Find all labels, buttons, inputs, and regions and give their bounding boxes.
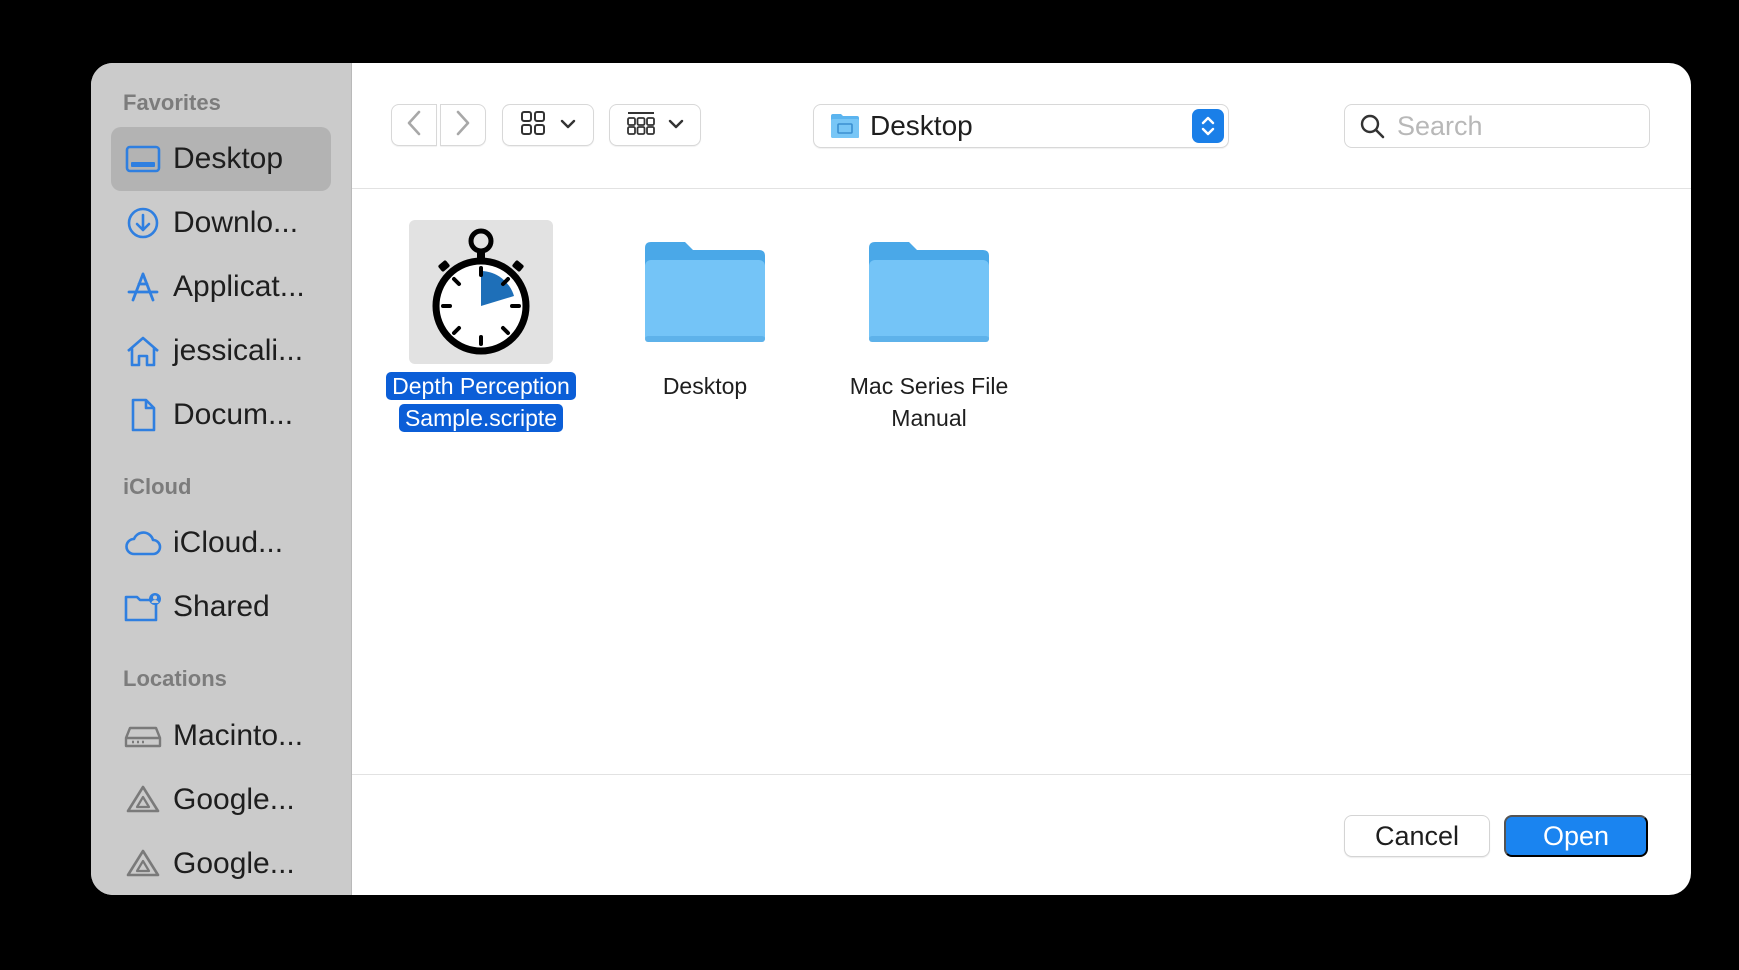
toolbar: Desktop [352, 63, 1691, 189]
sidebar-item-documents[interactable]: Docum... [111, 383, 331, 447]
document-icon [123, 395, 163, 435]
chevron-left-icon [406, 110, 422, 141]
sidebar-item-macintosh-hd[interactable]: Macinto... [111, 704, 331, 768]
sidebar-item-label: jessicali... [173, 334, 304, 367]
cloud-icon [123, 523, 163, 563]
sidebar-item-label: Macinto... [173, 719, 304, 752]
sidebar-section-favorites: Favorites [123, 90, 221, 115]
sidebar-item-shared[interactable]: Shared [111, 575, 331, 639]
sidebar-item-home[interactable]: jessicali... [111, 319, 331, 383]
shared-folder-icon [123, 587, 163, 627]
sidebar-section-icloud: iCloud [123, 474, 192, 499]
view-mode-button[interactable] [502, 104, 594, 146]
search-input[interactable] [1397, 110, 1627, 142]
sidebar-item-desktop[interactable]: Desktop [111, 127, 331, 191]
disk-icon [123, 716, 163, 756]
sidebar-item-google-drive-2[interactable]: Google... [111, 832, 331, 895]
sidebar-item-label: Applicat... [173, 270, 305, 303]
sidebar-section-locations: Locations [123, 666, 227, 691]
open-button[interactable]: Open [1504, 815, 1648, 857]
desktop-icon [123, 139, 163, 179]
sidebar: Favorites Desktop Downlo... Applicat... … [91, 63, 352, 895]
icon-grid-icon [520, 110, 546, 141]
file-item-desktop-folder[interactable]: Desktop [595, 220, 815, 402]
sidebar-item-icloud-drive[interactable]: iCloud... [111, 511, 331, 575]
file-item-scripte[interactable]: Depth Perception Sample.scripte [371, 220, 591, 434]
chevron-down-icon [560, 116, 576, 134]
sidebar-item-label: Google... [173, 847, 295, 880]
forward-button[interactable] [440, 104, 486, 146]
file-browser: Depth Perception Sample.scripte Desktop … [352, 190, 1691, 775]
chevron-down-icon [668, 116, 684, 134]
file-item-mac-series-folder[interactable]: Mac Series File Manual [819, 220, 1039, 434]
desktop-folder-icon [830, 113, 860, 139]
file-name: Depth Perception Sample.scripte [371, 370, 591, 434]
google-drive-icon [123, 844, 163, 884]
main-panel: Desktop Search Depth Perception Sample.s… [352, 63, 1691, 895]
sidebar-item-label: Downlo... [173, 206, 299, 239]
folder-icon [857, 220, 1001, 364]
sidebar-item-downloads[interactable]: Downlo... [111, 191, 331, 255]
location-label: Desktop [870, 110, 973, 141]
sidebar-item-google-drive-1[interactable]: Google... [111, 768, 331, 832]
open-file-dialog: Favorites Desktop Downlo... Applicat... … [91, 63, 1691, 895]
file-name: Desktop [662, 373, 748, 399]
sidebar-item-applications[interactable]: Applicat... [111, 255, 331, 319]
group-by-button[interactable] [609, 104, 701, 146]
group-grid-icon [626, 110, 656, 141]
chevron-right-icon [455, 110, 471, 141]
google-drive-icon [123, 780, 163, 820]
search-icon [1359, 113, 1385, 139]
sidebar-item-label: Google... [173, 783, 295, 816]
cancel-button[interactable]: Cancel [1344, 815, 1490, 857]
sidebar-item-label: Desktop [173, 142, 284, 175]
dialog-footer: Cancel Open [352, 774, 1691, 895]
sidebar-item-label: iCloud... [173, 526, 284, 559]
file-name: Mac Series File Manual [849, 373, 1009, 431]
popup-stepper-icon [1192, 109, 1224, 143]
folder-icon [633, 220, 777, 364]
search-field[interactable] [1344, 104, 1650, 148]
home-icon [123, 331, 163, 371]
sidebar-item-label: Shared [173, 590, 270, 623]
applications-icon [123, 267, 163, 307]
location-popup[interactable]: Desktop [813, 104, 1229, 148]
sidebar-item-label: Docum... [173, 398, 294, 431]
back-button[interactable] [391, 104, 437, 146]
stopwatch-icon [409, 220, 553, 364]
downloads-icon [123, 203, 163, 243]
